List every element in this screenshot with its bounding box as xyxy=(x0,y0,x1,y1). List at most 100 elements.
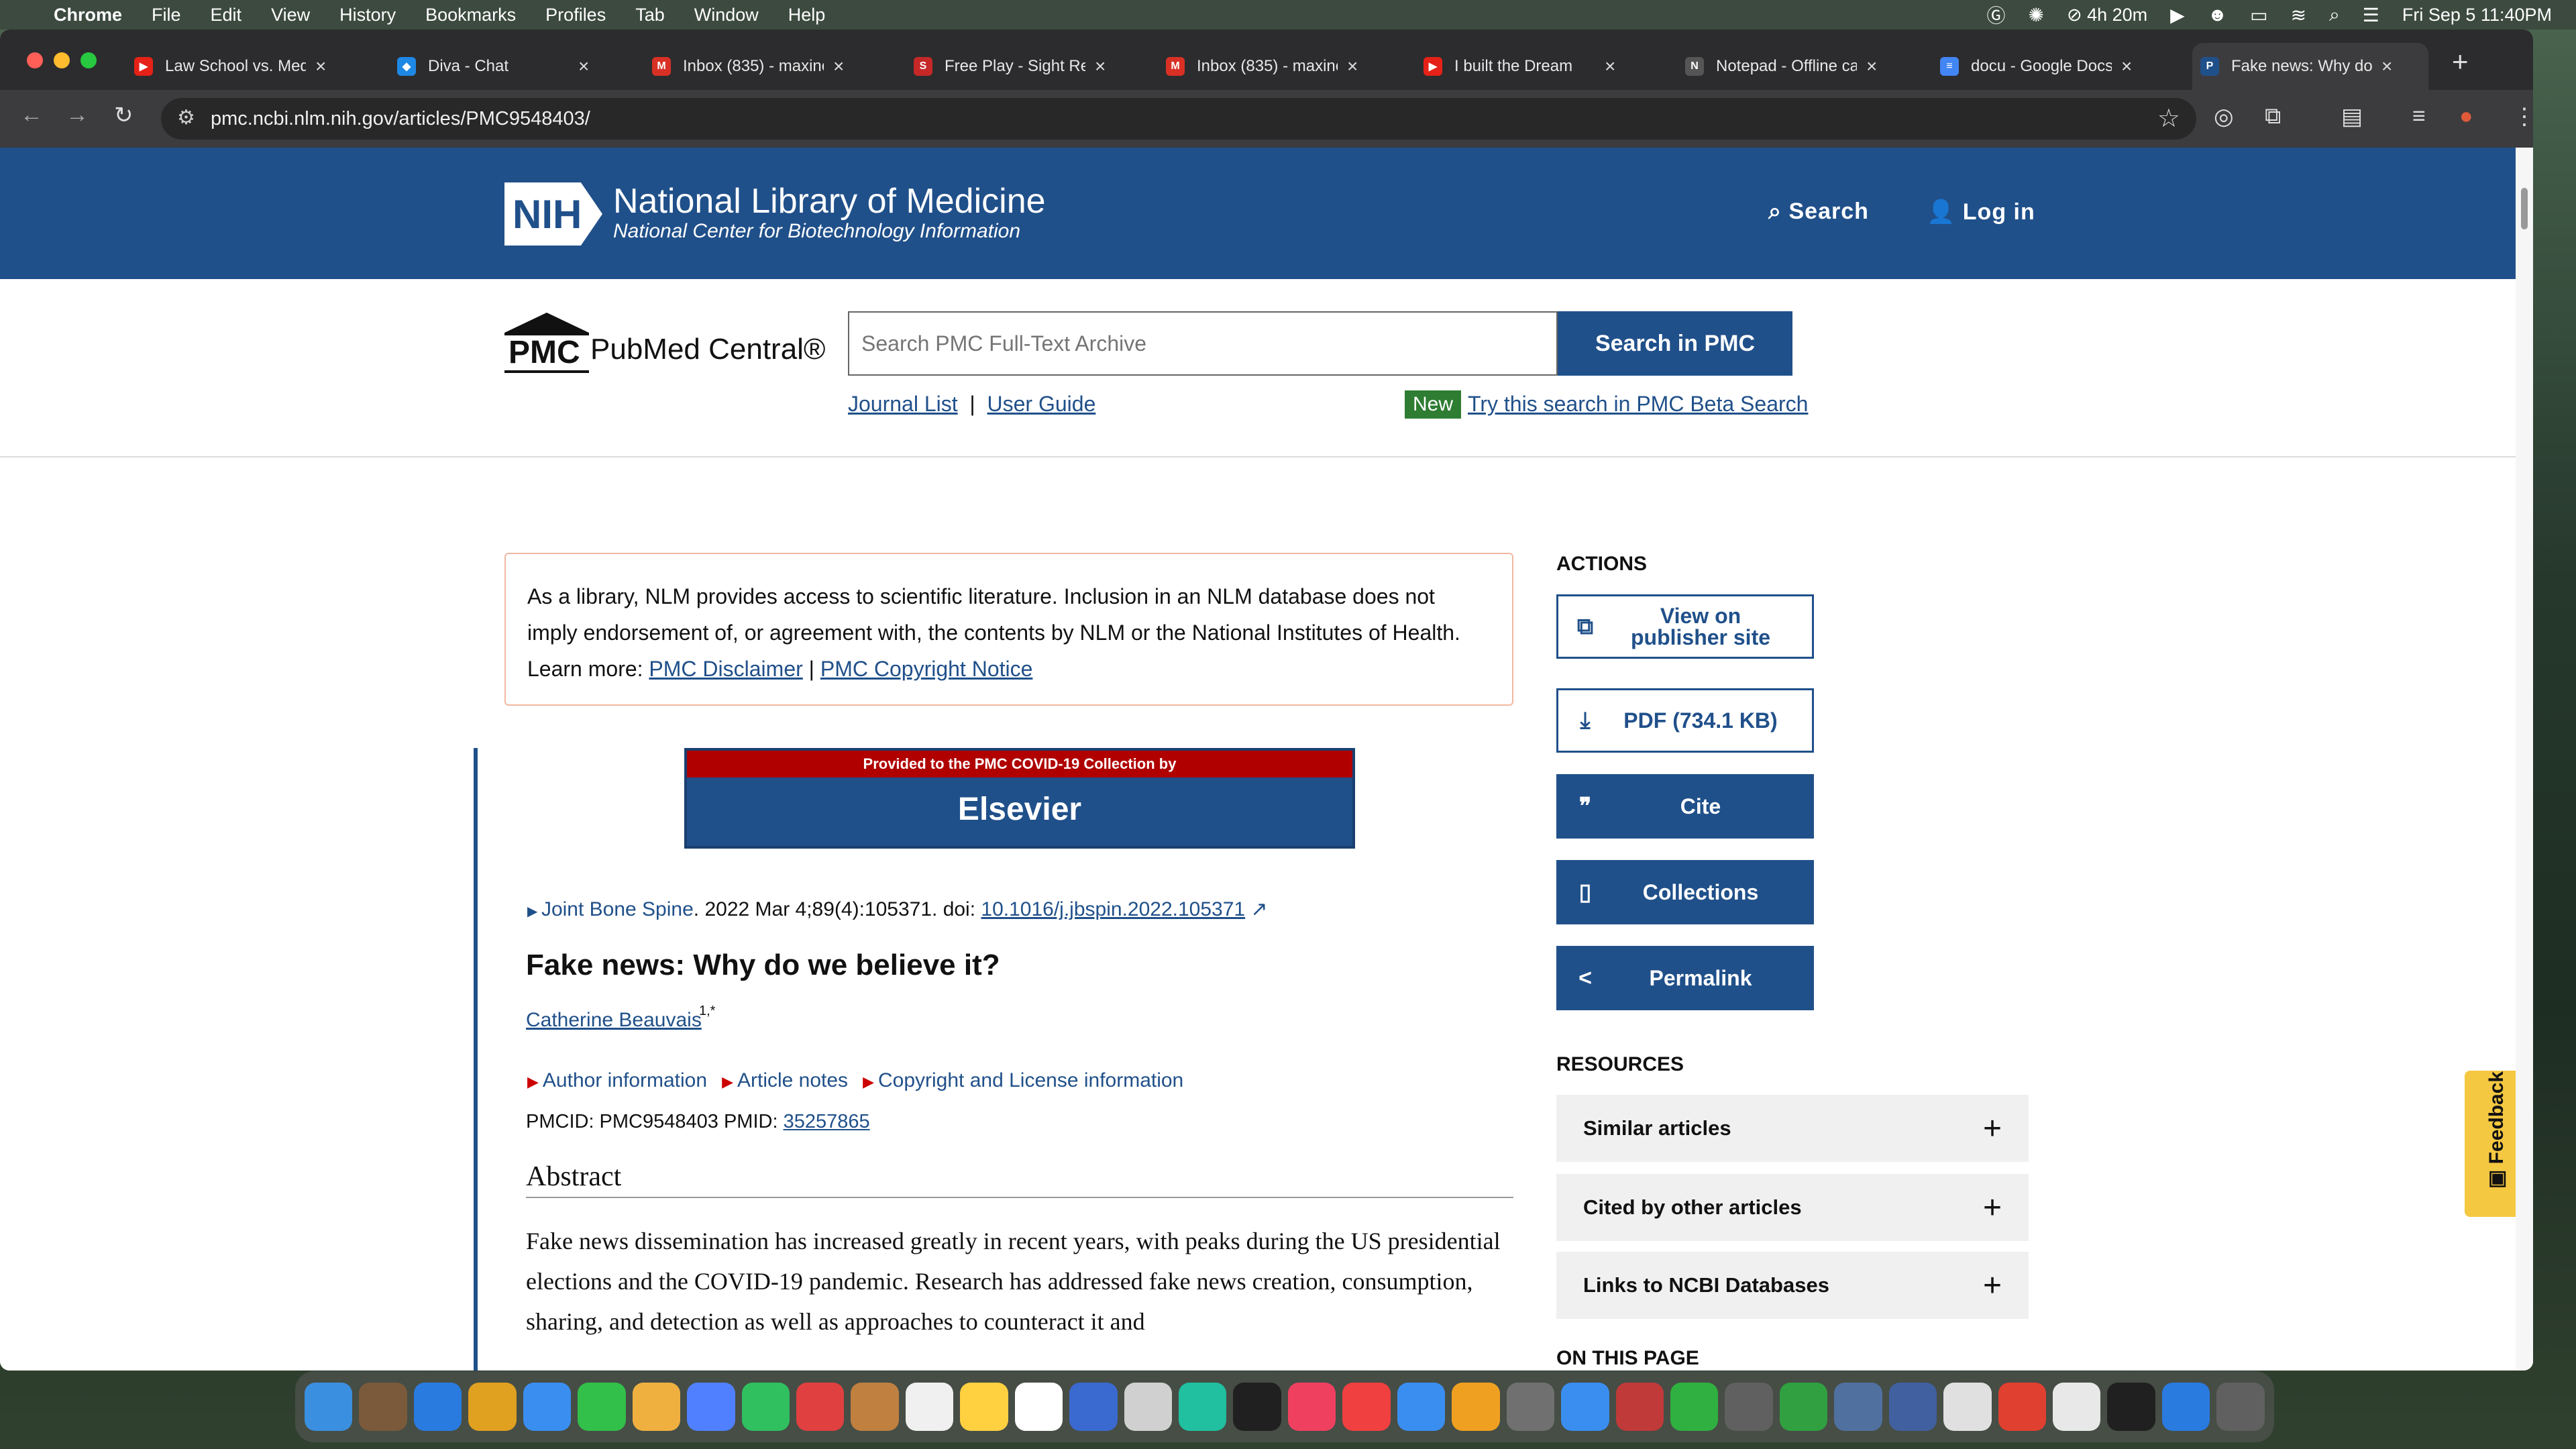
browser-tab[interactable]: S Free Play - Sight Reading × xyxy=(906,43,1142,90)
dock-app-icon[interactable] xyxy=(2107,1383,2155,1431)
view-publisher-button[interactable]: ⧉ View on publisher site xyxy=(1556,594,1814,659)
menu-view[interactable]: View xyxy=(271,5,310,25)
pmc-disclaimer-link[interactable]: PMC Disclaimer xyxy=(649,657,802,681)
tab-close-icon[interactable]: × xyxy=(578,56,589,77)
cite-button[interactable]: ❞ Cite xyxy=(1556,774,1814,839)
menu-history[interactable]: History xyxy=(339,5,396,25)
dock-app-icon[interactable] xyxy=(1725,1383,1773,1431)
browser-tab[interactable]: P Fake news: Why do we believe it? × xyxy=(2192,43,2428,90)
covid-collection-banner[interactable]: Provided to the PMC COVID-19 Collection … xyxy=(684,748,1355,849)
menu-edit[interactable]: Edit xyxy=(211,5,242,25)
article-notes-toggle[interactable]: ▶ Article notes xyxy=(722,1069,848,1092)
dock-app-icon[interactable] xyxy=(1998,1383,2046,1431)
dock-app-icon[interactable] xyxy=(2216,1383,2265,1431)
cited-by-accordion[interactable]: Cited by other articles + xyxy=(1556,1174,2029,1241)
scrollbar-thumb[interactable] xyxy=(2521,188,2528,229)
ncbi-subtitle[interactable]: National Center for Biotechnology Inform… xyxy=(613,220,1020,243)
new-tab-button[interactable]: + xyxy=(2452,46,2469,78)
browser-tab[interactable]: ▶ Law School vs. Med School × xyxy=(126,43,362,90)
menu-help[interactable]: Help xyxy=(788,5,826,25)
dock-app-icon[interactable] xyxy=(359,1383,407,1431)
dock-app-icon[interactable] xyxy=(1287,1383,1336,1431)
bookmark-star-icon[interactable]: ☆ xyxy=(2157,103,2180,133)
doi-link[interactable]: 10.1016/j.jbspin.2022.105371 xyxy=(981,898,1245,920)
chrome-menu-icon[interactable]: ⋮ xyxy=(2513,103,2533,130)
tab-close-icon[interactable]: × xyxy=(833,56,844,77)
pmc-copyright-link[interactable]: PMC Copyright Notice xyxy=(820,657,1033,681)
dock-app-icon[interactable] xyxy=(741,1383,790,1431)
extension-icon[interactable]: ◎ xyxy=(2214,103,2234,130)
dock-app-icon[interactable] xyxy=(1615,1383,1664,1431)
dock-app-icon[interactable] xyxy=(578,1383,626,1431)
battery-icon[interactable]: ▭ xyxy=(2250,4,2267,26)
tab-close-icon[interactable]: × xyxy=(315,56,326,77)
browser-tab[interactable]: ▶ I built the Dream × xyxy=(1415,43,1652,90)
menu-bookmarks[interactable]: Bookmarks xyxy=(425,5,516,25)
tab-search-icon[interactable]: ▤ xyxy=(2341,103,2363,130)
dock-app-icon[interactable] xyxy=(1834,1383,1882,1431)
browser-tab[interactable]: ◆ Diva - Chat × xyxy=(389,43,625,90)
battery-time[interactable]: ⊘ 4h 20m xyxy=(2067,5,2147,25)
dock-app-icon[interactable] xyxy=(413,1383,462,1431)
dock-app-icon[interactable] xyxy=(960,1383,1008,1431)
dock-app-icon[interactable] xyxy=(1943,1383,1992,1431)
browser-tab[interactable]: M Inbox (835) - maxine × xyxy=(644,43,880,90)
menu-tab[interactable]: Tab xyxy=(635,5,665,25)
focus-icon[interactable]: ✺ xyxy=(2028,4,2043,26)
tab-close-icon[interactable]: × xyxy=(2121,56,2132,77)
dock-app-icon[interactable] xyxy=(1124,1383,1172,1431)
copyright-license-toggle[interactable]: ▶ Copyright and License information xyxy=(863,1069,1183,1092)
dock-app-icon[interactable] xyxy=(687,1383,735,1431)
login-button[interactable]: 👤 Log in xyxy=(1927,199,2035,225)
dock-app-icon[interactable] xyxy=(1452,1383,1500,1431)
dock-app-icon[interactable] xyxy=(1179,1383,1227,1431)
external-link-icon[interactable]: ↗ xyxy=(1245,898,1267,920)
user-guide-link[interactable]: User Guide xyxy=(987,392,1096,416)
author-information-toggle[interactable]: ▶ Author information xyxy=(527,1069,707,1092)
reload-icon[interactable]: ↻ xyxy=(114,102,133,129)
status-face-icon[interactable]: ☻ xyxy=(2208,4,2227,25)
dock-app-icon[interactable] xyxy=(1561,1383,1609,1431)
forward-arrow-icon[interactable]: → xyxy=(66,102,89,128)
tab-close-icon[interactable]: × xyxy=(1347,56,1358,77)
tab-close-icon[interactable]: × xyxy=(1866,56,1877,77)
header-search-button[interactable]: ⌕ Search xyxy=(1768,199,1869,225)
pmc-logo[interactable]: PMC xyxy=(504,313,589,373)
browser-tab[interactable]: N Notepad - Offline capable × xyxy=(1677,43,1913,90)
journal-list-link[interactable]: Journal List xyxy=(848,392,958,416)
ncbi-links-accordion[interactable]: Links to NCBI Databases + xyxy=(1556,1252,2029,1319)
browser-tab[interactable]: M Inbox (835) - maxine × xyxy=(1158,43,1394,90)
menu-app-name[interactable]: Chrome xyxy=(54,5,122,25)
control-center-icon[interactable]: ☰ xyxy=(2363,4,2379,26)
similar-articles-accordion[interactable]: Similar articles + xyxy=(1556,1095,2029,1162)
tab-close-icon[interactable]: × xyxy=(1095,56,1106,77)
page-scrollbar[interactable] xyxy=(2516,148,2533,1371)
dock-app-icon[interactable] xyxy=(1397,1383,1446,1431)
dock-app-icon[interactable] xyxy=(523,1383,572,1431)
dock-app-icon[interactable] xyxy=(1342,1383,1391,1431)
dock-app-icon[interactable] xyxy=(1069,1383,1118,1431)
tab-close-icon[interactable]: × xyxy=(2381,56,2392,77)
dock-app-icon[interactable] xyxy=(1014,1383,1063,1431)
dock-app-icon[interactable] xyxy=(2161,1383,2210,1431)
menu-file[interactable]: File xyxy=(152,5,181,25)
play-icon[interactable]: ▶ xyxy=(2170,4,2185,26)
dock-app-icon[interactable] xyxy=(305,1383,353,1431)
nlm-title[interactable]: National Library of Medicine xyxy=(613,181,1046,221)
dock-app-icon[interactable] xyxy=(1233,1383,1281,1431)
dock-app-icon[interactable] xyxy=(1779,1383,1828,1431)
dock-app-icon[interactable] xyxy=(2053,1383,2101,1431)
search-in-pmc-button[interactable]: Search in PMC xyxy=(1558,311,1792,376)
dock-app-icon[interactable] xyxy=(796,1383,845,1431)
nih-logo[interactable]: NIH xyxy=(504,182,602,246)
dock-app-icon[interactable] xyxy=(1670,1383,1719,1431)
dock-app-icon[interactable] xyxy=(1506,1383,1555,1431)
grammarly-icon[interactable]: Ⓖ xyxy=(1986,1,2005,28)
author-affiliation-sup[interactable]: 1,* xyxy=(699,1004,715,1019)
dock-app-icon[interactable] xyxy=(905,1383,954,1431)
back-arrow-icon[interactable]: ← xyxy=(20,102,43,128)
profile-avatar-icon[interactable]: ● xyxy=(2459,103,2473,129)
pdf-button[interactable]: ⤓ PDF (734.1 KB) xyxy=(1556,688,1814,753)
dock-app-icon[interactable] xyxy=(468,1383,517,1431)
extensions-puzzle-icon[interactable]: ⧉ xyxy=(2265,103,2281,129)
